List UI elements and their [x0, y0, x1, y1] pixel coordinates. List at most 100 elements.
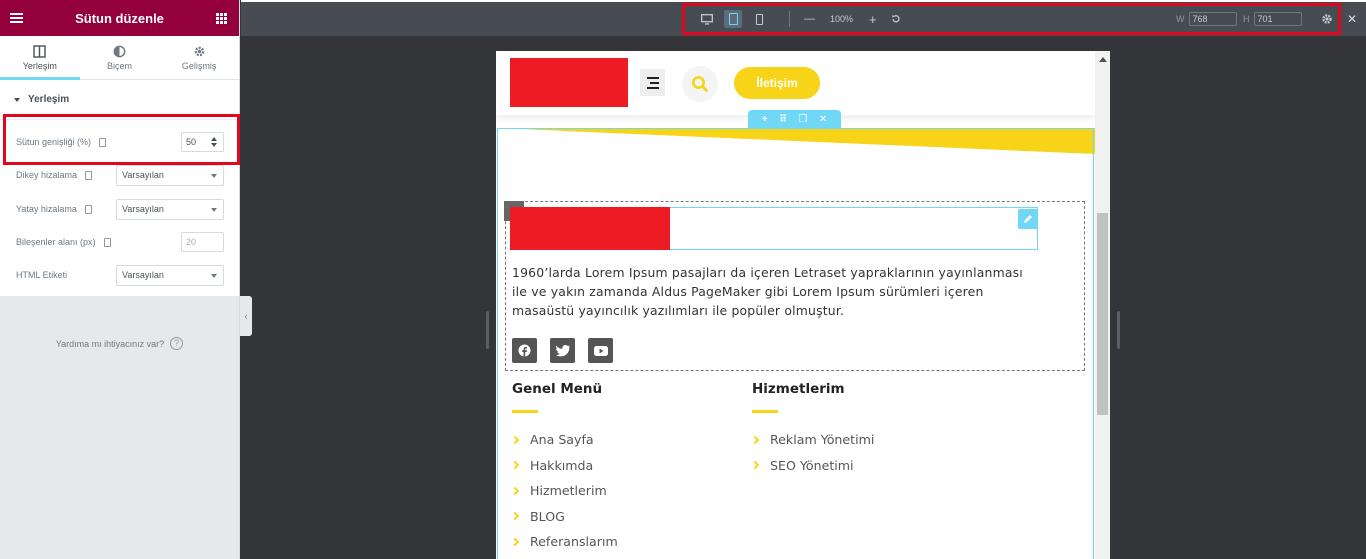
tab-layout[interactable]: Yerleşim [0, 36, 80, 80]
footer-logo [510, 207, 670, 250]
drag-section-icon[interactable]: ⠿ [779, 114, 787, 125]
mobile-device-button[interactable] [750, 10, 768, 28]
reset-zoom-button[interactable] [891, 2, 901, 36]
column-width-control: Sütun genişliği (%) 50 [0, 131, 239, 153]
menu-link-references[interactable]: Referanslarım [510, 529, 618, 555]
zoom-in-button[interactable]: + [869, 2, 877, 36]
zoom-out-button[interactable]: — [804, 2, 815, 36]
twitter-button[interactable] [550, 338, 575, 363]
device-responsive-icon[interactable] [85, 170, 93, 180]
help-text: Yardıma mı ihtiyacınız var? [55, 338, 165, 349]
column-width-value: 50 [186, 137, 197, 147]
html-tag-control: HTML Etiketi Varsayılan [0, 264, 239, 286]
height-input[interactable]: 701 [1253, 12, 1302, 26]
gear-icon [194, 46, 204, 56]
preview-scrollbar[interactable] [1095, 51, 1110, 559]
section-toolbar: + ⠿ ❐ ✕ [748, 110, 841, 129]
delete-section-icon[interactable]: ✕ [819, 114, 827, 125]
section-layout-toggle[interactable]: Yerleşim [0, 80, 239, 120]
close-responsive-button[interactable]: ✕ [1347, 2, 1357, 36]
widget-gap-control: Bileşenler alanı (px) 20 [0, 231, 239, 253]
site-logo[interactable] [510, 58, 628, 107]
tablet-icon [728, 13, 738, 25]
menu-link-seo-management[interactable]: SEO Yönetimi [750, 453, 874, 479]
tab-style[interactable]: Biçem [80, 36, 160, 79]
facebook-icon [518, 344, 531, 357]
panel-tabs: Yerleşim Biçem Gelişmiş [0, 36, 239, 80]
section-layout-title: Yerleşim [28, 94, 70, 105]
question-circle-icon: ? [170, 337, 184, 350]
toolbar-divider [789, 11, 790, 27]
youtube-icon [593, 345, 608, 356]
menu-link-home[interactable]: Ana Sayfa [510, 427, 618, 453]
tablet-device-button[interactable] [724, 10, 742, 28]
search-button[interactable] [682, 66, 718, 102]
column-width-input[interactable]: 50 [181, 132, 224, 152]
device-responsive-icon[interactable] [84, 204, 92, 214]
contact-button[interactable]: İletişim [734, 67, 820, 99]
stepper-icon[interactable] [211, 137, 217, 147]
collapse-panel-button[interactable]: ‹ [240, 296, 252, 336]
youtube-button[interactable] [588, 338, 613, 363]
twitter-icon [555, 344, 570, 356]
edit-widget-button[interactable] [1018, 209, 1038, 229]
plus-icon: + [869, 11, 877, 27]
tab-layout-label: Yerleşim [22, 60, 57, 71]
site-header: İletişim [496, 51, 1095, 115]
facebook-button[interactable] [512, 338, 537, 363]
widget-gap-input[interactable]: 20 [181, 232, 224, 252]
vertical-align-label: Dikey hizalama [16, 170, 78, 180]
height-control: H 701 [1243, 2, 1302, 36]
general-menu-title: Genel Menü [512, 381, 603, 397]
chevron-right-icon [510, 512, 520, 521]
horizontal-align-select[interactable]: Varsayılan [116, 198, 224, 220]
width-input[interactable]: 768 [1188, 12, 1237, 26]
duplicate-section-icon[interactable]: ❐ [798, 114, 807, 125]
editor-panel: Sütun düzenle Yerleşim Biçem Gelişmiş Ye… [0, 0, 240, 559]
tab-style-label: Biçem [107, 60, 133, 71]
add-section-icon[interactable]: + [762, 114, 768, 125]
height-label: H [1243, 14, 1250, 24]
horizontal-align-label: Yatay hizalama [16, 204, 77, 214]
menu-toggle-button[interactable] [640, 69, 665, 96]
desktop-icon [701, 13, 713, 25]
resize-handle-left[interactable] [486, 311, 489, 349]
device-responsive-icon[interactable] [99, 137, 107, 147]
panel-body: Yerleşim Sütun genişliği (%) 50 Dikey hi… [0, 80, 239, 296]
scrollbar-thumb[interactable] [1097, 213, 1108, 415]
reset-icon [892, 14, 900, 23]
device-responsive-icon[interactable] [103, 237, 111, 247]
services-menu: Hizmetlerim Reklam Yönetimi SEO Yönetimi [750, 381, 874, 479]
menu-link-services[interactable]: Hizmetlerim [510, 478, 618, 504]
desktop-device-button[interactable] [698, 10, 716, 28]
width-label: W [1176, 14, 1185, 24]
responsive-toolbar: — 100% + W 768 H 701 ✕ [241, 0, 1366, 36]
minus-icon: — [804, 13, 815, 25]
tab-advanced[interactable]: Gelişmiş [159, 36, 239, 79]
menu-link-ads-management[interactable]: Reklam Yönetimi [750, 427, 874, 453]
chevron-right-icon [750, 461, 760, 470]
gear-icon [1322, 14, 1332, 24]
panel-title: Sütun düzenle [75, 10, 164, 26]
preview-canvas: İletişim + ⠿ ❐ ✕ 1960’larda Lorem Ipsum … [496, 51, 1110, 559]
title-underline [752, 410, 778, 413]
vertical-align-control: Dikey hizalama Varsayılan [0, 164, 239, 186]
chevron-right-icon [510, 435, 520, 444]
hamburger-menu-icon[interactable] [10, 13, 23, 23]
chevron-right-icon [510, 537, 520, 546]
chevron-right-icon [750, 435, 760, 444]
help-link[interactable]: Yardıma mı ihtiyacınız var? ? [0, 337, 239, 350]
menu-link-blog[interactable]: BLOG [510, 504, 618, 530]
device-switcher [698, 2, 768, 36]
title-underline [512, 410, 538, 413]
about-text: 1960’larda Lorem Ipsum pasajları da içer… [512, 265, 1023, 318]
tab-advanced-label: Gelişmiş [181, 60, 217, 71]
html-tag-select[interactable]: Varsayılan [116, 264, 224, 286]
vertical-align-select[interactable]: Varsayılan [116, 164, 224, 186]
scroll-up-icon[interactable] [1099, 57, 1107, 62]
widgets-grid-icon[interactable] [216, 12, 227, 24]
menu-link-about[interactable]: Hakkımda [510, 453, 618, 479]
search-icon [692, 76, 708, 92]
resize-handle-right[interactable] [1117, 311, 1120, 349]
responsive-settings-button[interactable] [1321, 2, 1333, 36]
